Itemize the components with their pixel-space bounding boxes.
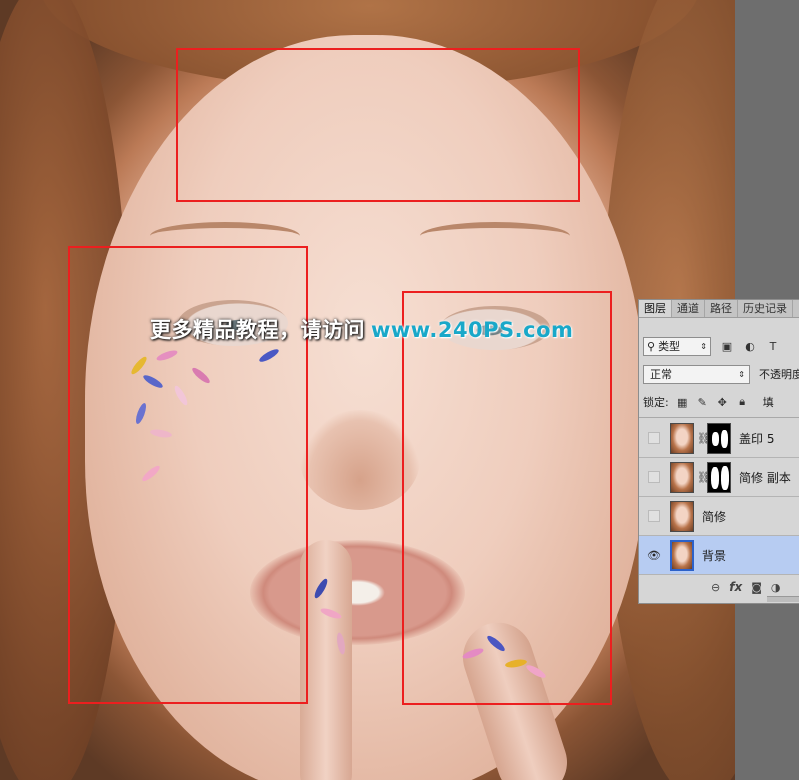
layer-row-simple-copy[interactable]: ⛓ 简修 副本 (639, 458, 799, 497)
layer-row-simple[interactable]: 简修 (639, 497, 799, 536)
layer-mask-thumbnail[interactable] (707, 461, 731, 493)
fill-label: 填 (762, 396, 774, 409)
blend-mode-select[interactable]: 正常 ⇕ (643, 364, 750, 384)
fx-icon[interactable]: fx (729, 580, 742, 594)
panel-tabs: 图层 通道 路径 历史记录 (639, 300, 799, 318)
add-mask-icon[interactable]: ◙ (751, 581, 762, 594)
lock-transparency-icon[interactable]: ▦ (676, 396, 689, 409)
divider (639, 417, 799, 418)
search-icon: ⚲ (647, 339, 656, 353)
blend-mode-value: 正常 (650, 368, 672, 381)
right-cheek-selection-box (402, 291, 612, 705)
lock-label: 锁定: (643, 396, 669, 409)
layer-name: 简修 (702, 509, 727, 524)
image-filter-icon[interactable]: ▣ (720, 339, 734, 353)
layer-mask-thumbnail[interactable] (707, 422, 731, 454)
filter-row: ⚲ 类型 ⇕ ▣ ◐ T (643, 335, 799, 357)
layer-name: 简修 副本 (739, 470, 791, 485)
layer-thumbnail (670, 461, 694, 493)
visibility-toggle[interactable] (648, 510, 660, 522)
layers-panel: 图层 通道 路径 历史记录 ⚲ 类型 ⇕ ▣ ◐ T 正常 ⇕ 不透明度 锁定:… (638, 299, 799, 604)
watermark: 更多精品教程，请访问 www.240PS.com (150, 314, 573, 344)
mask-link-icon[interactable]: ⛓ (697, 471, 711, 484)
lock-row: 锁定: ▦ ✎ ✥ 🔒︎ 填 (643, 393, 799, 411)
layer-name: 盖印 5 (739, 431, 775, 446)
layer-filter-select[interactable]: ⚲ 类型 ⇕ (643, 336, 711, 356)
adjustment-filter-icon[interactable]: ◐ (743, 339, 757, 353)
layer-row-background[interactable]: 👁︎ 背景 (639, 536, 799, 575)
link-icon[interactable]: ⊖ (711, 581, 720, 594)
lock-position-move-icon[interactable]: ✥ (716, 396, 729, 409)
layer-row-stamp5[interactable]: ⛓ 盖印 5 (639, 419, 799, 458)
layer-thumbnail (670, 539, 694, 571)
eye-icon[interactable]: 👁︎ (647, 549, 661, 562)
layer-thumbnail (670, 500, 694, 532)
lock-all-icon[interactable]: 🔒︎ (736, 395, 749, 409)
visibility-toggle[interactable] (648, 432, 660, 444)
tab-layers[interactable]: 图层 (639, 300, 672, 317)
layer-name: 背景 (702, 548, 727, 563)
watermark-text: 更多精品教程，请访问 (150, 318, 365, 342)
tab-history[interactable]: 历史记录 (738, 300, 793, 317)
type-filter-icon[interactable]: T (766, 339, 780, 353)
photo-right-brow (420, 222, 570, 250)
layer-thumbnail (670, 422, 694, 454)
chevron-updown-icon: ⇕ (700, 341, 707, 351)
mask-link-icon[interactable]: ⛓ (697, 432, 711, 445)
watermark-url: www.240PS.com (371, 318, 574, 342)
forehead-selection-box (176, 48, 580, 202)
lock-pixels-brush-icon[interactable]: ✎ (696, 396, 709, 409)
filter-label: 类型 (658, 340, 681, 353)
blend-row: 正常 ⇕ 不透明度 (643, 363, 799, 385)
panel-scrollbar[interactable] (767, 596, 799, 602)
opacity-label: 不透明度 (759, 368, 799, 381)
visibility-toggle[interactable] (648, 471, 660, 483)
document-canvas[interactable]: 更多精品教程，请访问 www.240PS.com (0, 0, 735, 780)
panel-bottom-toolbar: ⊖ fx ◙ ◑ (639, 576, 799, 598)
new-adjustment-icon[interactable]: ◑ (771, 581, 781, 594)
tab-channels[interactable]: 通道 (672, 300, 705, 317)
chevron-updown-icon: ⇕ (738, 369, 745, 379)
tab-paths[interactable]: 路径 (705, 300, 738, 317)
